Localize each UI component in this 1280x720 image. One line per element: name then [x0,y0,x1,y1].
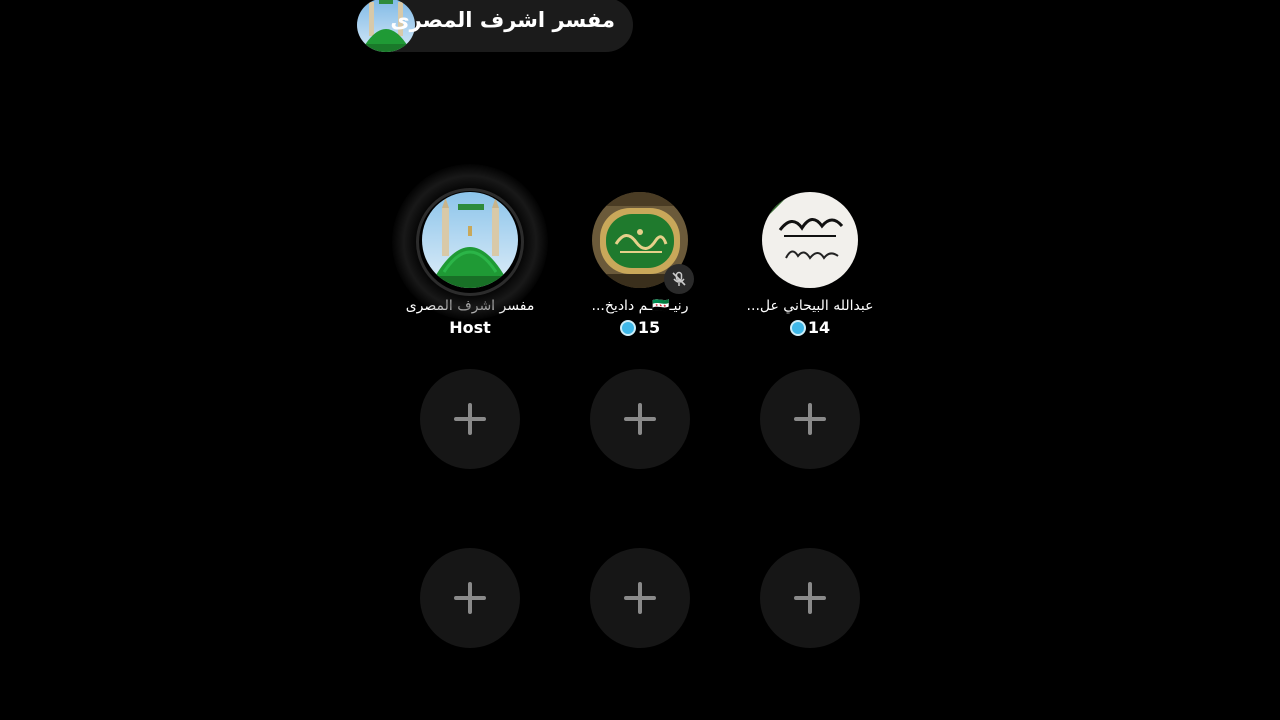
plus-icon [454,403,486,435]
live-audio-room: مفسر اشرف المصرى Host رنيـ🇸🇾ـم داديخ... … [0,0,1280,720]
seat-role: Host [449,318,491,337]
coin-icon [789,319,806,336]
empty-seat-4[interactable] [420,548,520,648]
empty-seat-3[interactable] [760,369,860,469]
empty-seat-6[interactable] [760,548,860,648]
seat-guest-2[interactable]: عبدالله البيحاني عل... 14 [725,190,895,337]
mic-muted-badge [664,264,694,294]
seat-score: 14 [725,318,895,337]
empty-seat-1[interactable] [420,369,520,469]
seat-name: رنيـ🇸🇾ـم داديخ... [591,298,689,314]
host-pill[interactable]: مفسر اشرف المصرى [357,0,633,52]
host-pill-name: مفسر اشرف المصرى [390,8,615,32]
seat-host[interactable]: مفسر اشرف المصرى Host [385,164,555,337]
seat-score: 15 [555,318,725,337]
plus-icon [454,582,486,614]
plus-icon [624,582,656,614]
empty-seat-2[interactable] [590,369,690,469]
seat-score-value: 14 [807,318,831,337]
host-label: Host [385,318,555,337]
host-avatar-border [416,188,524,296]
empty-seat-5[interactable] [590,548,690,648]
seat-guest-1[interactable]: رنيـ🇸🇾ـم داديخ... 15 [555,190,725,337]
seat-score-value: 15 [637,318,661,337]
plus-icon [794,403,826,435]
plus-icon [624,403,656,435]
abdullah-calligraphy-icon [762,192,858,288]
seat-name: عبدالله البيحاني عل... [746,298,874,314]
mic-off-icon [672,271,686,286]
plus-icon [794,582,826,614]
coin-icon [619,319,636,336]
guest-avatar[interactable] [762,192,858,288]
